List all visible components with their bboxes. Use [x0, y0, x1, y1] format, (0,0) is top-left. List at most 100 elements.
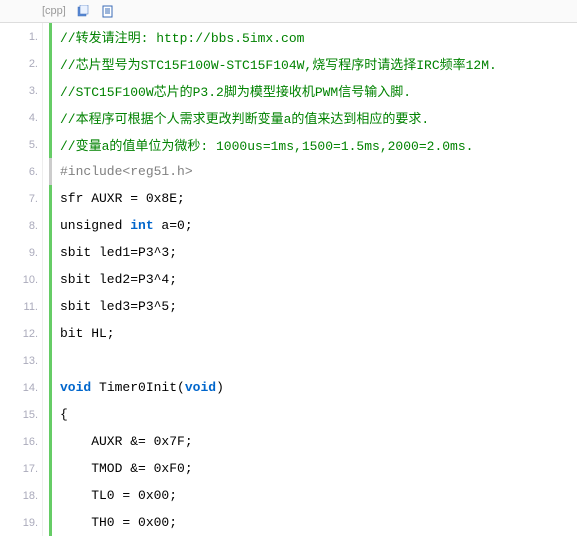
- change-bar: [49, 77, 52, 104]
- line-number: 2.: [0, 50, 43, 77]
- code-content[interactable]: //变量a的值单位为微秒: 1000us=1ms,1500=1.5ms,2000…: [60, 131, 577, 158]
- token-plain: sfr AUXR = 0x8E;: [60, 191, 185, 206]
- code-line: 5.//变量a的值单位为微秒: 1000us=1ms,1500=1.5ms,20…: [0, 131, 577, 158]
- code-content[interactable]: //本程序可根据个人需求更改判断变量a的值来达到相应的要求.: [60, 104, 577, 131]
- token-preproc: #include<reg51.h>: [60, 164, 193, 179]
- change-bar: [49, 131, 52, 158]
- token-void: void: [60, 380, 91, 395]
- code-line: 7. sfr AUXR = 0x8E;: [0, 185, 577, 212]
- code-line: 1. //转发请注明: http://bbs.5imx.com: [0, 23, 577, 50]
- change-bar: [49, 401, 52, 428]
- language-tag: [cpp]: [42, 5, 66, 17]
- token-comment: //本程序可根据个人需求更改判断变量a的值来达到相应的要求.: [60, 108, 429, 127]
- code-content[interactable]: AUXR &= 0x7F;: [60, 428, 577, 455]
- code-line: 17. TMOD &= 0xF0;: [0, 455, 577, 482]
- code-line: 4. //本程序可根据个人需求更改判断变量a的值来达到相应的要求.: [0, 104, 577, 131]
- code-content[interactable]: sbit led3=P3^5;: [60, 293, 577, 320]
- line-number: 16.: [0, 428, 43, 455]
- change-bar: [49, 23, 52, 50]
- code-content[interactable]: sbit led1=P3^3;: [60, 239, 577, 266]
- token-plain: ): [216, 380, 224, 395]
- token-plain: TH0 = 0x00;: [60, 515, 177, 530]
- token-plain: AUXR &= 0x7F;: [60, 434, 193, 449]
- token-plain: {: [60, 407, 68, 422]
- line-number: 15.: [0, 401, 43, 428]
- token-void: void: [185, 380, 216, 395]
- code-header: [cpp]: [0, 0, 577, 23]
- change-bar: [49, 212, 52, 239]
- token-type: int: [130, 218, 153, 233]
- change-bar: [49, 509, 52, 536]
- code-line: 15. {: [0, 401, 577, 428]
- code-content[interactable]: TMOD &= 0xF0;: [60, 455, 577, 482]
- change-bar: [49, 239, 52, 266]
- code-line: 18. TL0 = 0x00;: [0, 482, 577, 509]
- code-listing: 1. //转发请注明: http://bbs.5imx.com 2. //芯片型号为S…: [0, 23, 577, 536]
- code-line: 13.: [0, 347, 577, 374]
- token-plain: TMOD &= 0xF0;: [60, 461, 193, 476]
- change-bar: [49, 320, 52, 347]
- code-content[interactable]: #include<reg51.h>: [60, 158, 577, 185]
- code-content[interactable]: void Timer0Init(void): [60, 374, 577, 401]
- line-number: 4.: [0, 104, 43, 131]
- token-plain: sbit led2=P3^4;: [60, 272, 177, 287]
- change-bar: [49, 185, 52, 212]
- change-bar: [49, 482, 52, 509]
- line-number: 9.: [0, 239, 43, 266]
- line-number: 11.: [0, 293, 43, 320]
- view-icon[interactable]: [102, 4, 116, 18]
- code-line: 11. sbit led3=P3^5;: [0, 293, 577, 320]
- code-line: 14. void Timer0Init(void): [0, 374, 577, 401]
- code-content[interactable]: sfr AUXR = 0x8E;: [60, 185, 577, 212]
- token-plain: Timer0Init(: [91, 380, 185, 395]
- line-number: 3.: [0, 77, 43, 104]
- change-bar: [49, 455, 52, 482]
- token-plain: sbit led3=P3^5;: [60, 299, 177, 314]
- code-line: 3. //STC15F100W芯片的P3.2脚为模型接收机PWM信号输入脚.: [0, 77, 577, 104]
- token-comment: //变量a的值单位为微秒: 1000us=1ms,1500=1.5ms,2000…: [60, 135, 473, 154]
- change-bar: [49, 104, 52, 131]
- line-number: 12.: [0, 320, 43, 347]
- change-bar: [49, 428, 52, 455]
- line-number: 10.: [0, 266, 43, 293]
- line-number: 14.: [0, 374, 43, 401]
- token-plain: TL0 = 0x00;: [60, 488, 177, 503]
- code-content[interactable]: unsigned int a=0;: [60, 212, 577, 239]
- line-number: 8.: [0, 212, 43, 239]
- line-number: 18.: [0, 482, 43, 509]
- change-bar: [49, 266, 52, 293]
- line-number: 6.: [0, 158, 43, 185]
- line-number: 13.: [0, 347, 43, 374]
- line-number: 17.: [0, 455, 43, 482]
- line-number: 7.: [0, 185, 43, 212]
- code-content[interactable]: [60, 347, 577, 374]
- change-bar: [49, 374, 52, 401]
- change-bar: [49, 347, 52, 374]
- token-comment: //芯片型号为STC15F100W-STC15F104W,烧写程序时请选择IRC…: [60, 54, 497, 73]
- code-content[interactable]: //转发请注明: http://bbs.5imx.com: [60, 23, 577, 50]
- line-number: 19.: [0, 509, 43, 536]
- code-content[interactable]: bit HL;: [60, 320, 577, 347]
- copy-icon[interactable]: [76, 4, 90, 18]
- code-line: 19. TH0 = 0x00;: [0, 509, 577, 536]
- code-content[interactable]: //芯片型号为STC15F100W-STC15F104W,烧写程序时请选择IRC…: [60, 50, 577, 77]
- code-line: 9. sbit led1=P3^3;: [0, 239, 577, 266]
- code-line: 6. #include<reg51.h>: [0, 158, 577, 185]
- code-line: 12. bit HL;: [0, 320, 577, 347]
- code-content[interactable]: sbit led2=P3^4;: [60, 266, 577, 293]
- token-comment: //转发请注明: http://bbs.5imx.com: [60, 27, 304, 46]
- change-bar: [49, 293, 52, 320]
- change-bar: [49, 158, 52, 185]
- code-line: 8. unsigned int a=0;: [0, 212, 577, 239]
- line-number: 1.: [0, 23, 43, 50]
- code-content[interactable]: //STC15F100W芯片的P3.2脚为模型接收机PWM信号输入脚.: [60, 77, 577, 104]
- code-line: 16. AUXR &= 0x7F;: [0, 428, 577, 455]
- token-plain: bit HL;: [60, 326, 115, 341]
- code-line: 2. //芯片型号为STC15F100W-STC15F104W,烧写程序时请选择I…: [0, 50, 577, 77]
- token-plain: a=0;: [154, 218, 193, 233]
- token-plain: unsigned: [60, 218, 130, 233]
- code-content[interactable]: {: [60, 401, 577, 428]
- code-content[interactable]: TH0 = 0x00;: [60, 509, 577, 536]
- code-line: 10. sbit led2=P3^4;: [0, 266, 577, 293]
- code-content[interactable]: TL0 = 0x00;: [60, 482, 577, 509]
